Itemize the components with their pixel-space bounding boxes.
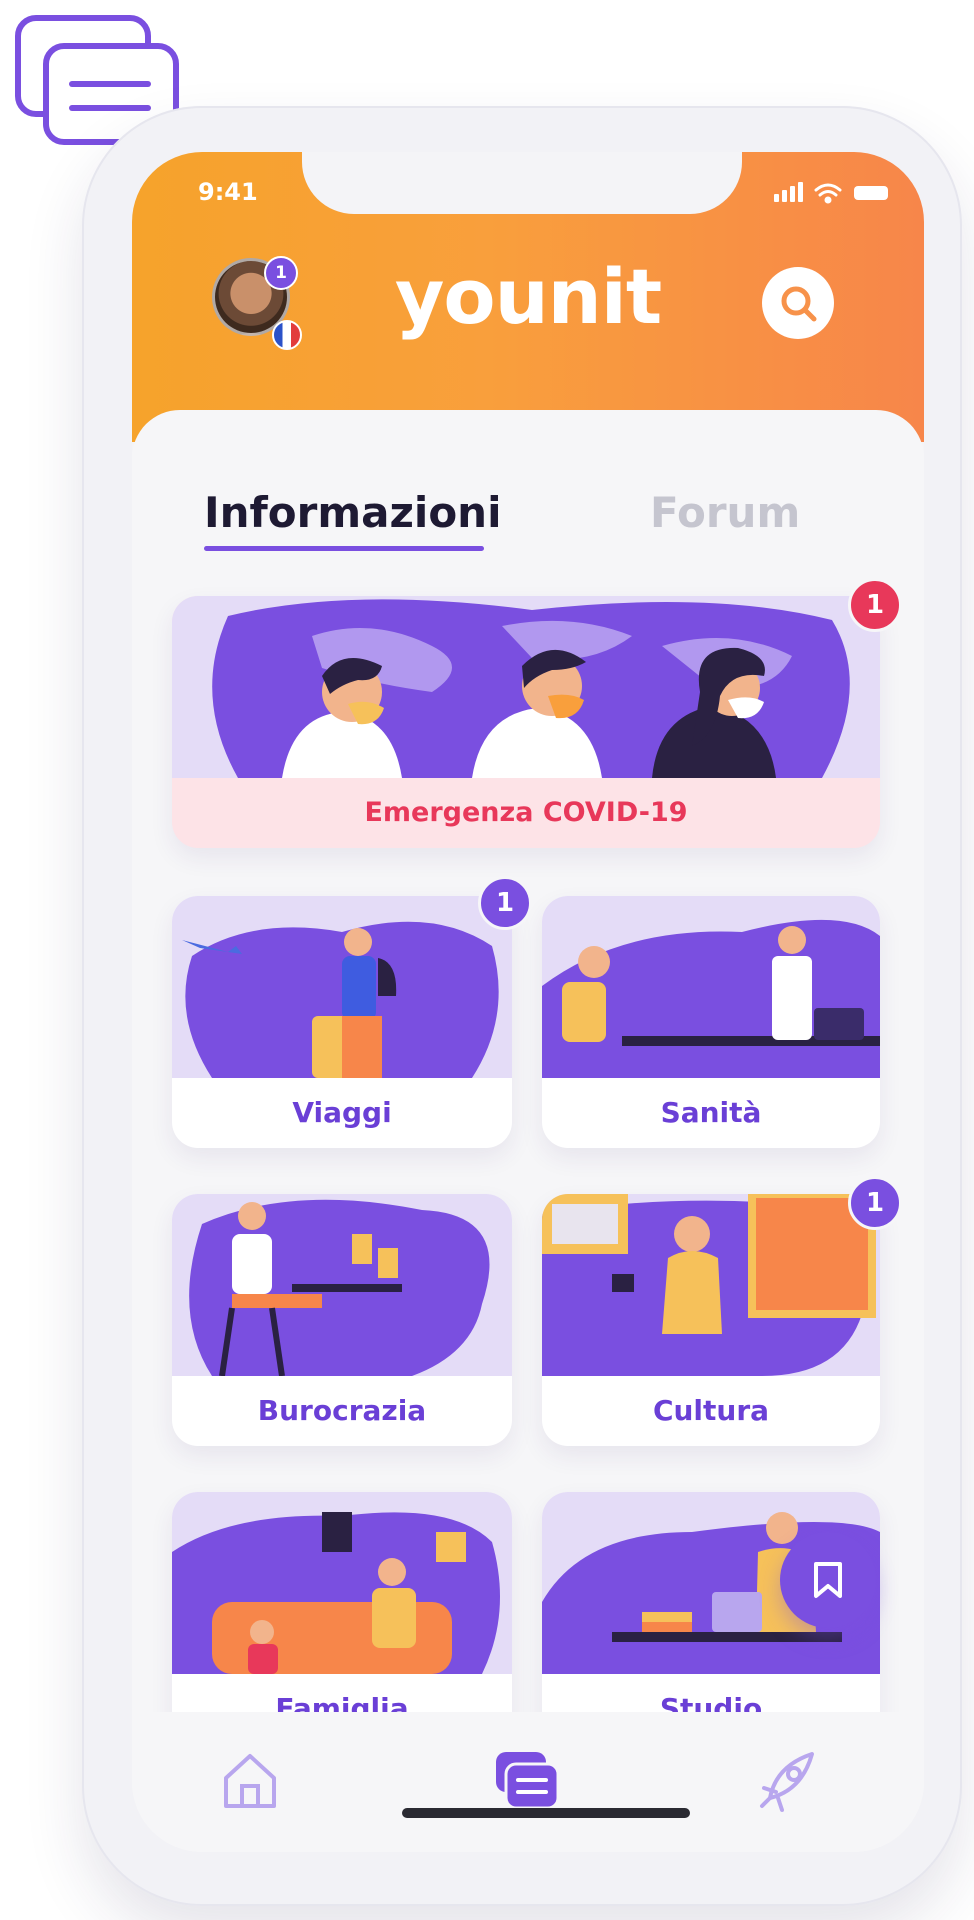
category-label-viaggi: Viaggi	[292, 1096, 392, 1129]
app-header: 9:41 1 younit	[132, 152, 924, 442]
covid-notification-badge: 1	[848, 578, 902, 632]
viaggi-notification-badge: 1	[478, 876, 532, 930]
category-label-sanita: Sanità	[660, 1096, 762, 1129]
sanita-illustration	[542, 896, 880, 1078]
famiglia-illustration	[172, 1492, 512, 1674]
category-card-viaggi[interactable]: Viaggi	[172, 896, 512, 1148]
active-tab-indicator	[204, 546, 484, 551]
status-icons	[774, 182, 888, 204]
cultura-notification-badge: 1	[848, 1176, 902, 1230]
cultura-illustration	[542, 1194, 880, 1376]
covid-banner-label: Emergenza COVID-19	[364, 797, 688, 828]
info-content: Informazioni Forum Emergenza COVID-19 1 …	[132, 410, 924, 1852]
covid-illustration	[172, 596, 880, 778]
search-button[interactable]	[762, 267, 834, 339]
bottom-tab-bar	[132, 1712, 924, 1852]
covid-banner-card[interactable]: Emergenza COVID-19	[172, 596, 880, 848]
tab-informazioni[interactable]: Informazioni	[204, 488, 501, 537]
category-card-famiglia[interactable]: Famiglia	[172, 1492, 512, 1744]
home-indicator	[402, 1808, 690, 1818]
status-time: 9:41	[198, 178, 258, 206]
rocket-icon[interactable]	[750, 1742, 826, 1818]
home-icon[interactable]	[212, 1742, 288, 1818]
category-label-cultura: Cultura	[652, 1394, 770, 1427]
battery-icon	[854, 186, 888, 200]
app-screen: 9:41 1 younit Informazioni Forum Emergen…	[132, 152, 924, 1852]
viaggi-illustration	[172, 896, 512, 1078]
wifi-icon	[814, 183, 842, 204]
saved-bookmarks-button[interactable]	[780, 1532, 876, 1628]
cellular-signal-icon	[774, 182, 803, 202]
burocrazia-illustration	[172, 1194, 512, 1376]
search-icon	[781, 286, 817, 322]
category-card-cultura[interactable]: Cultura	[542, 1194, 880, 1446]
category-card-sanita[interactable]: Sanità	[542, 896, 880, 1148]
category-label-burocrazia: Burocrazia	[257, 1394, 427, 1427]
news-icon[interactable]	[488, 1742, 564, 1818]
tab-forum[interactable]: Forum	[650, 488, 800, 537]
category-card-burocrazia[interactable]: Burocrazia	[172, 1194, 512, 1446]
bookmark-icon	[814, 1562, 842, 1598]
notch	[302, 152, 742, 214]
